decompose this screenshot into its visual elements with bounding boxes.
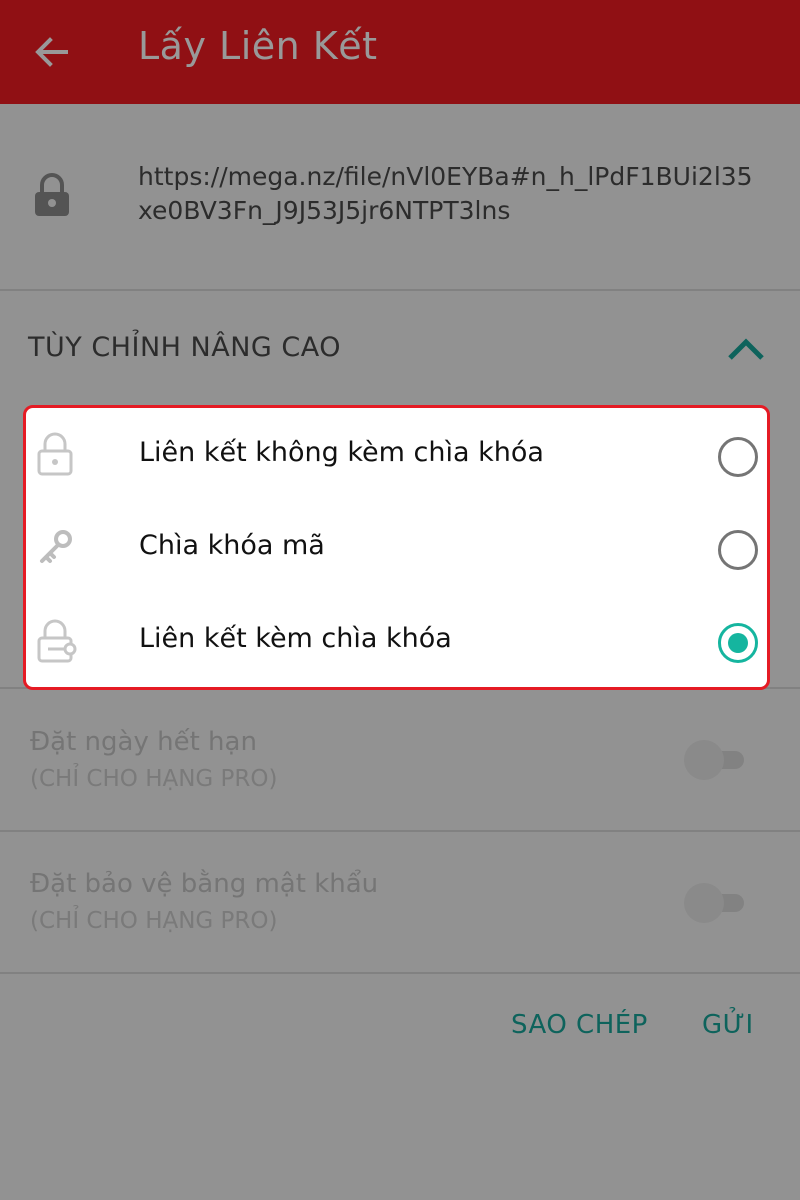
radio-button-selected[interactable]	[718, 623, 758, 663]
option-decryption-key[interactable]: Chìa khóa mã	[26, 501, 767, 594]
link-options-panel: Liên kết không kèm chìa khóa Chìa khóa m…	[23, 405, 770, 690]
radio-button[interactable]	[718, 530, 758, 570]
lock-key-icon	[37, 619, 77, 663]
radio-button[interactable]	[718, 437, 758, 477]
radio-selected-dot	[728, 633, 748, 653]
lock-icon	[37, 432, 73, 476]
option-link-without-key[interactable]: Liên kết không kèm chìa khóa	[26, 408, 767, 501]
option-label: Liên kết kèm chìa khóa	[139, 623, 452, 654]
key-icon	[40, 530, 72, 563]
option-label: Chìa khóa mã	[139, 530, 325, 561]
option-link-with-key[interactable]: Liên kết kèm chìa khóa	[26, 594, 767, 687]
option-label: Liên kết không kèm chìa khóa	[139, 437, 544, 468]
